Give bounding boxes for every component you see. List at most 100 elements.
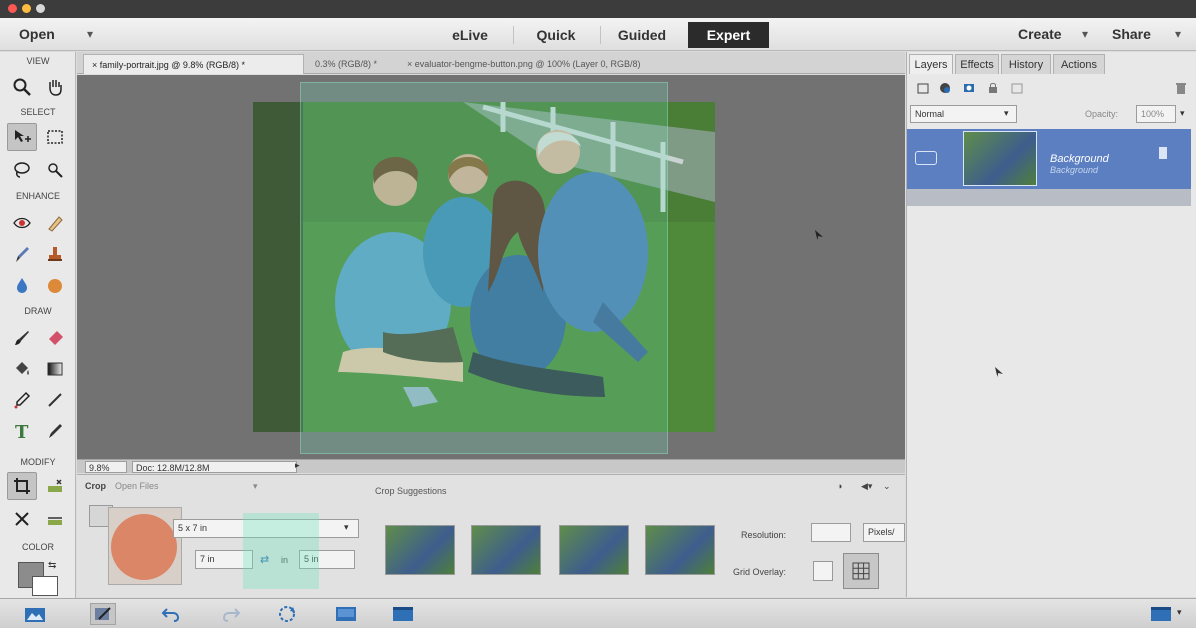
clone-stamp-icon	[48, 247, 62, 261]
crop-highlight-circle	[111, 514, 177, 580]
crop-preset-dropdown-icon[interactable]: ▾	[344, 522, 349, 533]
options-menu-icon[interactable]: ◀▾	[861, 481, 872, 492]
grid-overlay-none-option[interactable]	[813, 561, 833, 581]
tab-actions[interactable]: Actions	[1053, 54, 1105, 74]
mode-expert[interactable]: Expert	[688, 22, 769, 48]
clone-stamp-tool[interactable]	[40, 240, 70, 268]
open-dropdown-icon[interactable]: ▾	[87, 27, 93, 41]
blend-mode-select[interactable]: Normal	[910, 105, 1017, 123]
layer-visibility-icon[interactable]	[915, 151, 937, 165]
crop-suggestion-3[interactable]	[559, 525, 629, 575]
open-files-dropdown-icon[interactable]: ▾	[253, 481, 258, 492]
zoom-window-button[interactable]	[36, 4, 45, 13]
status-bar: 9.8% Doc: 12.8M/12.8M ▸	[77, 459, 905, 473]
type-tool[interactable]: T	[7, 417, 37, 445]
spot-healing-tool[interactable]	[40, 209, 70, 237]
blend-mode-dropdown-icon[interactable]: ▾	[1004, 108, 1009, 119]
zoom-field[interactable]: 9.8%	[85, 461, 127, 473]
tab-layers[interactable]: Layers	[909, 54, 953, 74]
hand-icon	[49, 80, 62, 96]
grid-overlay-grid-option[interactable]	[843, 553, 879, 589]
collapse-options-icon[interactable]: ⌄	[883, 481, 891, 492]
new-layer-icon[interactable]	[915, 80, 931, 96]
move-tool[interactable]	[7, 123, 37, 151]
brush-tool[interactable]	[7, 324, 37, 352]
tab-history[interactable]: History	[1001, 54, 1051, 74]
help-icon[interactable]: ◑	[837, 481, 842, 491]
color-replace-tool[interactable]	[40, 417, 70, 445]
tab-family-portrait[interactable]: × family-portrait.jpg @ 9.8% (RGB/8) *	[83, 54, 304, 74]
background-color-swatch[interactable]	[32, 576, 58, 596]
photo-bin-button[interactable]	[22, 603, 48, 625]
window-titlebar	[0, 0, 1196, 18]
undo-button[interactable]	[158, 603, 184, 625]
layout-button[interactable]	[333, 603, 359, 625]
redo-button[interactable]	[218, 603, 244, 625]
rotate-button[interactable]	[275, 603, 301, 625]
opacity-input[interactable]: 100%	[1136, 105, 1176, 123]
open-files-menu[interactable]: Open Files	[115, 481, 159, 491]
spot-healing-icon	[48, 216, 63, 232]
panel-toggle-button[interactable]	[1148, 603, 1174, 625]
mode-guided[interactable]: Guided	[607, 22, 677, 48]
tab-effects[interactable]: Effects	[955, 54, 999, 74]
sponge-tool[interactable]	[40, 271, 70, 299]
share-button[interactable]: Share	[1112, 18, 1151, 51]
recompose-tool[interactable]	[40, 472, 70, 500]
opacity-label: Opacity:	[1085, 109, 1119, 119]
mode-quick[interactable]: Quick	[522, 22, 590, 48]
swap-colors-icon[interactable]: ⇆	[48, 560, 56, 571]
section-modify-label: MODIFY	[20, 457, 56, 467]
create-dropdown-icon[interactable]: ▾	[1082, 27, 1088, 41]
quick-selection-tool[interactable]	[40, 156, 70, 184]
tool-options-button[interactable]	[90, 603, 116, 625]
open-button[interactable]: Open	[19, 18, 55, 51]
minimize-window-button[interactable]	[22, 4, 31, 13]
crop-suggestion-2[interactable]	[471, 525, 541, 575]
layer-lock-icon	[1159, 147, 1167, 159]
close-window-button[interactable]	[8, 4, 17, 13]
pencil-tool[interactable]	[40, 386, 70, 414]
smart-brush-tool[interactable]	[7, 240, 37, 268]
status-menu-arrow-icon[interactable]: ▸	[295, 460, 300, 471]
adjustment-layer-icon[interactable]	[937, 80, 953, 96]
red-eye-tool[interactable]	[7, 209, 37, 237]
tab-second-document[interactable]: 0.3% (RGB/8) *	[307, 54, 397, 74]
lasso-tool[interactable]	[7, 156, 37, 184]
paint-bucket-tool[interactable]	[7, 355, 37, 383]
organizer-button[interactable]	[390, 603, 416, 625]
delete-layer-icon[interactable]	[1173, 80, 1189, 96]
content-aware-move-tool[interactable]	[7, 505, 37, 533]
resolution-unit-select[interactable]: Pixels/	[863, 523, 905, 542]
layer-row-background[interactable]: Background Background	[907, 129, 1191, 189]
crop-suggestion-4[interactable]	[645, 525, 715, 575]
mode-elive[interactable]: eLive	[440, 22, 500, 48]
lock-all-icon[interactable]	[985, 80, 1001, 96]
recompose-icon	[48, 479, 62, 492]
panel-toggle-dropdown-icon[interactable]: ▾	[1177, 607, 1182, 618]
tab-evaluator-button[interactable]: × evaluator-bengme-button.png @ 100% (La…	[399, 54, 735, 74]
crop-suggestion-1[interactable]	[385, 525, 455, 575]
lock-transparent-icon[interactable]	[1009, 80, 1025, 96]
photoshop-elements-window: Open ▾ eLive Quick Guided Expert Create …	[0, 0, 1196, 628]
crop-tool[interactable]	[7, 472, 37, 500]
panel-toggle-icon	[1151, 607, 1171, 621]
tab-close-icon[interactable]: ×	[407, 59, 415, 69]
zoom-icon	[13, 78, 31, 96]
create-button[interactable]: Create	[1018, 18, 1062, 51]
share-dropdown-icon[interactable]: ▾	[1175, 27, 1181, 41]
zoom-tool[interactable]	[7, 73, 37, 101]
mode-divider	[600, 26, 601, 44]
gradient-tool[interactable]	[40, 355, 70, 383]
tab-close-icon[interactable]: ×	[92, 60, 100, 70]
mode-divider	[513, 26, 514, 44]
straighten-tool[interactable]	[40, 505, 70, 533]
layer-mask-icon[interactable]	[961, 80, 977, 96]
eraser-tool[interactable]	[40, 324, 70, 352]
resolution-input[interactable]	[811, 523, 851, 542]
blur-tool[interactable]	[7, 271, 37, 299]
marquee-tool[interactable]	[40, 123, 70, 151]
eyedropper-tool[interactable]	[7, 386, 37, 414]
hand-tool[interactable]	[40, 73, 70, 101]
opacity-dropdown-icon[interactable]: ▾	[1180, 108, 1185, 119]
